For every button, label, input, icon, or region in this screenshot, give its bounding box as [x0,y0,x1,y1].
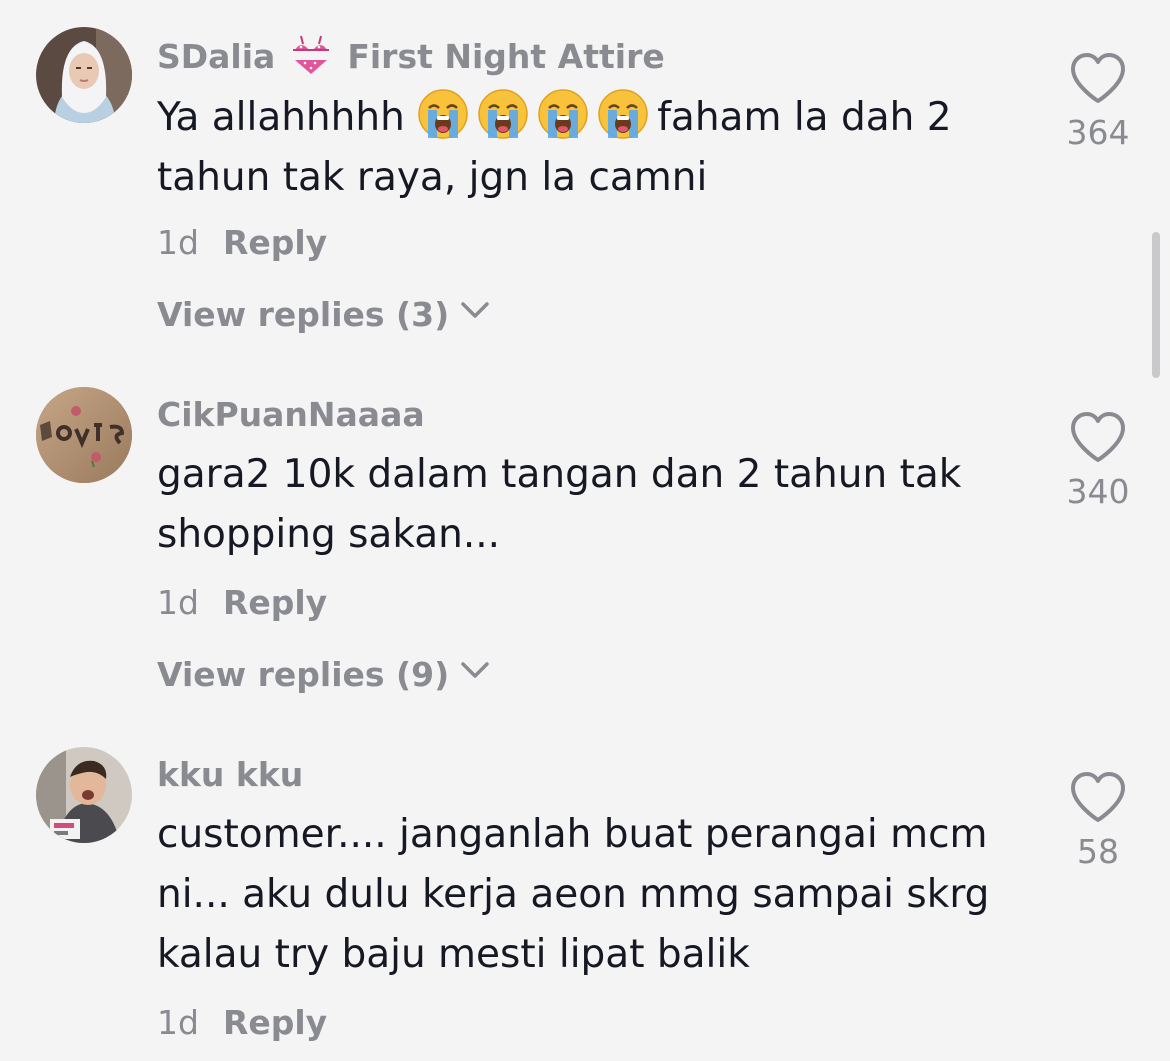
heart-outline-icon[interactable] [1069,51,1127,105]
username[interactable]: CikPuanNaaaa [157,395,425,434]
comment-header: kku kku [157,749,303,799]
chevron-down-icon [459,654,491,694]
like-area: 364 [1050,51,1146,152]
like-area: 340 [1050,410,1146,511]
chevron-down-icon [459,294,491,334]
like-area: 58 [1050,770,1146,871]
username[interactable]: SDalia [157,37,275,76]
reply-button[interactable]: Reply [223,223,327,262]
loudly-crying-face-emoji [598,89,648,139]
view-replies-button[interactable]: View replies (3) [157,294,491,334]
avatar[interactable] [36,747,132,843]
comment-time: 1d [157,223,199,262]
view-replies-label: View replies (3) [157,294,450,334]
comment-text: gara2 10k dalam tangan dan 2 tahun tak s… [157,445,1017,565]
view-replies-label: View replies (9) [157,654,450,694]
bikini-icon [289,34,333,78]
scrollbar[interactable] [1152,232,1160,378]
avatar[interactable] [36,387,132,483]
comment-header: SDalia First Night Attire [157,31,665,81]
like-count: 364 [1066,113,1130,152]
heart-outline-icon[interactable] [1069,770,1127,824]
comment-meta: 1d Reply [157,223,327,262]
comment-header: CikPuanNaaaa [157,389,425,439]
comment-text-body: customer.... janganlah buat perangai mcm… [157,812,990,977]
view-replies-button[interactable]: View replies (9) [157,654,491,694]
like-count: 340 [1066,472,1130,511]
loudly-crying-face-emoji [538,89,588,139]
comment-time: 1d [157,1003,199,1042]
comment-meta: 1d Reply [157,1003,327,1042]
like-count: 58 [1077,832,1119,871]
comment-text-body: gara2 10k dalam tangan dan 2 tahun tak s… [157,452,962,557]
reply-button[interactable]: Reply [223,1003,327,1042]
comment-text-start: Ya allahhhhh [157,95,418,140]
avatar[interactable] [36,27,132,123]
comment-text: customer.... janganlah buat perangai mcm… [157,805,1017,985]
comment-time: 1d [157,583,199,622]
username[interactable]: kku kku [157,755,303,794]
flair-label[interactable]: First Night Attire [347,37,664,76]
comment-text: Ya allahhhhh faham la dah 2 tahun tak ra… [157,88,1017,208]
loudly-crying-face-emoji [478,89,528,139]
comment-meta: 1d Reply [157,583,327,622]
loudly-crying-face-emoji [418,89,468,139]
crying-emoji-group [417,89,657,140]
reply-button[interactable]: Reply [223,583,327,622]
heart-outline-icon[interactable] [1069,410,1127,464]
